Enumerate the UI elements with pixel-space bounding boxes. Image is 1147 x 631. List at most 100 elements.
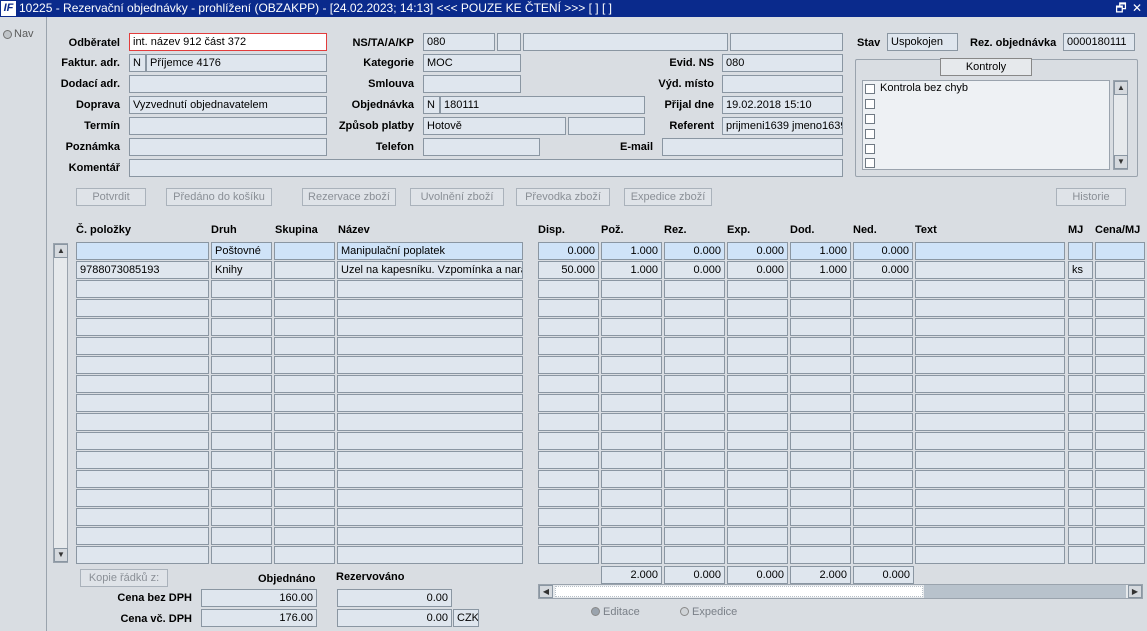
rez-objednavka-field[interactable]: 0000180111 <box>1063 33 1135 51</box>
cell-nazev[interactable] <box>337 337 523 355</box>
cell-ned[interactable] <box>853 546 913 564</box>
cell-disp[interactable] <box>538 375 599 393</box>
cell-exp[interactable] <box>727 451 788 469</box>
cell-disp[interactable] <box>538 413 599 431</box>
faktur-flag-field[interactable]: N <box>129 54 146 72</box>
cell-nazev[interactable] <box>337 470 523 488</box>
cell-nazev[interactable] <box>337 356 523 374</box>
cell-druh[interactable]: Knihy <box>211 261 272 279</box>
ns-field-4[interactable] <box>730 33 843 51</box>
cell-poz[interactable] <box>601 451 662 469</box>
cell-dod[interactable] <box>790 489 851 507</box>
cell-text[interactable] <box>915 299 1065 317</box>
cell-ned[interactable] <box>853 337 913 355</box>
scroll-left-icon[interactable]: ◀ <box>539 585 553 598</box>
smlouva-field[interactable] <box>423 75 521 93</box>
grid-scroll-up-icon[interactable]: ▲ <box>54 244 68 258</box>
grid-scroll-down-icon[interactable]: ▼ <box>54 548 68 562</box>
cell-cena-mj[interactable] <box>1095 299 1145 317</box>
cell-poz[interactable] <box>601 546 662 564</box>
cell-druh[interactable] <box>211 375 272 393</box>
cell-text[interactable] <box>915 489 1065 507</box>
cell-exp[interactable] <box>727 375 788 393</box>
cell-cislo[interactable] <box>76 527 209 545</box>
cell-disp[interactable] <box>538 318 599 336</box>
cell-cislo[interactable] <box>76 337 209 355</box>
cell-cena-mj[interactable] <box>1095 375 1145 393</box>
telefon-field[interactable] <box>423 138 540 156</box>
kategorie-field[interactable]: MOC <box>423 54 521 72</box>
cell-druh[interactable] <box>211 280 272 298</box>
cell-skupina[interactable] <box>274 337 335 355</box>
cell-skupina[interactable] <box>274 394 335 412</box>
cell-druh[interactable] <box>211 527 272 545</box>
cell-nazev[interactable] <box>337 299 523 317</box>
cell-cena-mj[interactable] <box>1095 489 1145 507</box>
cell-cislo[interactable] <box>76 280 209 298</box>
cell-dod[interactable] <box>790 470 851 488</box>
cell-dod[interactable]: 1.000 <box>790 261 851 279</box>
cell-cena-mj[interactable] <box>1095 280 1145 298</box>
cell-text[interactable] <box>915 280 1065 298</box>
kontroly-check-1[interactable] <box>865 84 875 94</box>
cell-nazev[interactable] <box>337 375 523 393</box>
predano-button[interactable]: Předáno do košíku <box>166 188 272 206</box>
expedice-radio-icon[interactable] <box>680 607 689 616</box>
cell-mj[interactable] <box>1068 432 1093 450</box>
cell-cena-mj[interactable] <box>1095 508 1145 526</box>
cell-nazev[interactable] <box>337 508 523 526</box>
cell-nazev[interactable] <box>337 280 523 298</box>
cell-nazev[interactable] <box>337 318 523 336</box>
cell-rez[interactable] <box>664 413 725 431</box>
cell-dod[interactable] <box>790 299 851 317</box>
cell-text[interactable] <box>915 242 1065 260</box>
cell-mj[interactable] <box>1068 280 1093 298</box>
cell-skupina[interactable] <box>274 451 335 469</box>
cell-exp[interactable]: 0.000 <box>727 242 788 260</box>
cell-skupina[interactable] <box>274 546 335 564</box>
cell-ned[interactable] <box>853 508 913 526</box>
nav-label[interactable]: Nav <box>14 28 34 40</box>
cell-poz[interactable] <box>601 489 662 507</box>
poznamka-field[interactable] <box>129 138 327 156</box>
cell-mj[interactable] <box>1068 489 1093 507</box>
cell-nazev[interactable] <box>337 394 523 412</box>
objednavka-flag-field[interactable]: N <box>423 96 440 114</box>
cell-poz[interactable] <box>601 280 662 298</box>
cell-dod[interactable] <box>790 356 851 374</box>
cell-cislo[interactable] <box>76 470 209 488</box>
cell-poz[interactable] <box>601 508 662 526</box>
cell-poz[interactable] <box>601 470 662 488</box>
grid-h-scrollbar[interactable]: ◀ ▶ <box>538 584 1143 599</box>
prijal-dne-field[interactable]: 19.02.2018 15:10 <box>722 96 843 114</box>
cell-rez[interactable] <box>664 318 725 336</box>
cell-text[interactable] <box>915 394 1065 412</box>
cell-exp[interactable] <box>727 318 788 336</box>
cell-poz[interactable]: 1.000 <box>601 261 662 279</box>
cell-dod[interactable] <box>790 413 851 431</box>
stav-field[interactable]: Uspokojen <box>887 33 958 51</box>
cell-exp[interactable] <box>727 337 788 355</box>
cell-exp[interactable] <box>727 527 788 545</box>
cell-dod[interactable] <box>790 546 851 564</box>
nav-radio-icon[interactable] <box>3 30 12 39</box>
odberatel-field[interactable]: int. název 912 část 372 <box>129 33 327 51</box>
faktur-adr-field[interactable]: Příjemce 4176 <box>146 54 327 72</box>
cell-disp[interactable] <box>538 546 599 564</box>
cell-cena-mj[interactable] <box>1095 318 1145 336</box>
cell-text[interactable] <box>915 451 1065 469</box>
cell-nazev[interactable] <box>337 451 523 469</box>
cell-druh[interactable] <box>211 508 272 526</box>
cell-cena-mj[interactable] <box>1095 527 1145 545</box>
cell-cislo[interactable] <box>76 508 209 526</box>
cell-rez[interactable] <box>664 356 725 374</box>
cell-ned[interactable] <box>853 280 913 298</box>
cell-skupina[interactable] <box>274 527 335 545</box>
cell-disp[interactable] <box>538 451 599 469</box>
cell-rez[interactable] <box>664 470 725 488</box>
cell-poz[interactable] <box>601 432 662 450</box>
zpusob-platby-field-2[interactable] <box>568 117 645 135</box>
cell-rez[interactable] <box>664 451 725 469</box>
cell-exp[interactable] <box>727 356 788 374</box>
kontroly-check-3[interactable] <box>865 114 875 124</box>
